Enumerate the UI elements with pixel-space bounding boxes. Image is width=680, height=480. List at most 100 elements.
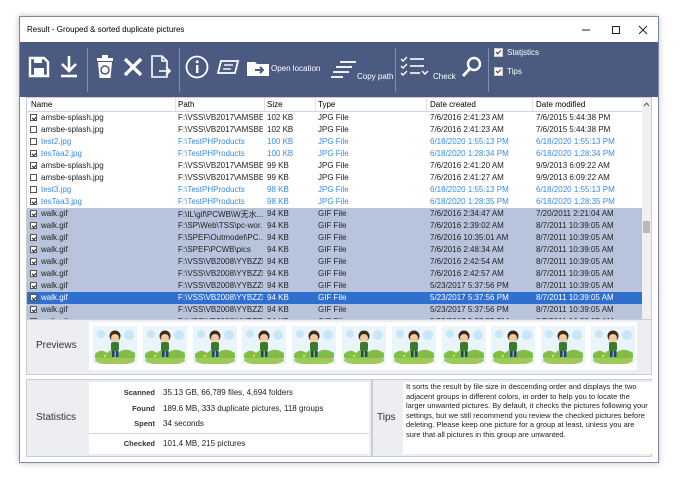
cell-size: 94 KB bbox=[267, 233, 289, 242]
tips-panel: Tips It sorts the result by file size in… bbox=[372, 379, 653, 457]
statistics-checkbox[interactable]: Statjstics bbox=[494, 48, 539, 57]
preview-thumbnail[interactable] bbox=[342, 326, 386, 365]
preview-image bbox=[441, 326, 486, 365]
cell-size: 98 KB bbox=[267, 197, 289, 206]
table-row[interactable]: amsbe-splash.jpg F:\VSS\VB2017\AMSBE... 10… bbox=[27, 124, 643, 136]
row-checkbox[interactable] bbox=[30, 258, 37, 265]
table-row[interactable]: walk.gif F:\VSS\VB2008\YYBZZP... 94 KB GIF … bbox=[27, 304, 643, 316]
preview-thumbnail[interactable] bbox=[441, 326, 486, 365]
cell-type: JPG File bbox=[318, 149, 349, 158]
row-checkbox[interactable] bbox=[30, 282, 37, 289]
download-button[interactable] bbox=[56, 52, 82, 82]
column-divider[interactable] bbox=[264, 98, 265, 111]
toolbar-separator bbox=[179, 48, 180, 92]
toolbar-separator bbox=[87, 48, 88, 92]
copy-path-label[interactable]: Copy path bbox=[357, 72, 393, 81]
preview-thumbnail[interactable] bbox=[541, 326, 586, 365]
cell-path: F:\TestPHProducts bbox=[178, 137, 245, 146]
recycle-button[interactable] bbox=[92, 52, 118, 82]
column-header-path[interactable]: Path bbox=[178, 100, 194, 109]
preview-thumbnail[interactable] bbox=[192, 326, 237, 365]
info-button[interactable] bbox=[183, 52, 211, 82]
row-checkbox[interactable] bbox=[30, 234, 37, 241]
preview-thumbnail[interactable] bbox=[93, 326, 137, 365]
table-row[interactable]: walk.gif F:\VSS\VB2008\YYBZZP... 94 KB GIF … bbox=[27, 280, 643, 292]
column-divider[interactable] bbox=[532, 98, 533, 111]
move-button[interactable] bbox=[244, 52, 272, 82]
vertical-scrollbar[interactable] bbox=[642, 98, 651, 337]
row-checkbox[interactable] bbox=[30, 198, 37, 205]
row-checkbox[interactable] bbox=[30, 114, 37, 121]
row-checkbox[interactable] bbox=[30, 150, 37, 157]
column-header-date-created[interactable]: Date created bbox=[430, 100, 476, 109]
tips-label: Tips bbox=[377, 412, 396, 423]
table-row[interactable]: amsbe-splash.jpg F:\VSS\VB2017\AMSBE... 99… bbox=[27, 172, 643, 184]
rename-button[interactable] bbox=[214, 52, 242, 82]
preview-thumbnail[interactable] bbox=[292, 326, 337, 365]
table-row[interactable]: tesTaa2.jpg F:\TestPHProducts 100 KB JPG Fi… bbox=[27, 148, 643, 160]
preview-thumbnail[interactable] bbox=[142, 326, 187, 365]
table-row[interactable]: walk.gif F:\VSS\VB2008\YYBZZP... 94 KB GIF … bbox=[27, 256, 643, 268]
table-row[interactable]: walk.gif F:\IL\gif\PCWB\W无水... 94 KB GIF Fi… bbox=[27, 208, 643, 220]
table-row[interactable]: walk.gif F:\VSS\VB2008\YYBZZP... 94 KB GIF … bbox=[27, 292, 643, 304]
statistics-label: Statistics bbox=[36, 412, 77, 423]
column-header-type[interactable]: Type bbox=[318, 100, 335, 109]
row-checkbox[interactable] bbox=[30, 294, 37, 301]
column-header-name[interactable]: Name bbox=[31, 100, 52, 109]
close-window-button[interactable] bbox=[628, 20, 658, 39]
column-divider[interactable] bbox=[426, 98, 427, 111]
cell-created: 7/6/2016 2:42:54 AM bbox=[430, 257, 504, 266]
column-divider[interactable] bbox=[175, 98, 176, 111]
table-row[interactable]: walk.gif F:\VSS\VB2008\YYBZZP... 94 KB GIF … bbox=[27, 268, 643, 280]
cell-type: GIF File bbox=[318, 269, 347, 278]
save-button[interactable] bbox=[25, 52, 53, 82]
preview-thumbnail[interactable] bbox=[591, 326, 635, 365]
check-label[interactable]: Check bbox=[433, 72, 456, 81]
preview-thumbnail[interactable] bbox=[242, 326, 287, 365]
maximize-button[interactable] bbox=[601, 20, 631, 39]
row-checkbox[interactable] bbox=[30, 186, 37, 193]
cell-size: 94 KB bbox=[267, 305, 289, 314]
table-row[interactable]: walk.gif F:\SP\Web\TSS\pc-wor... 94 KB GIF … bbox=[27, 220, 643, 232]
tips-checkbox[interactable]: Tips bbox=[494, 67, 522, 76]
row-checkbox[interactable] bbox=[30, 270, 37, 277]
cell-path: F:\IL\gif\PCWB\W无水... bbox=[178, 210, 263, 219]
row-checkbox[interactable] bbox=[30, 174, 37, 181]
table-row[interactable]: walk.gif F:\SPEF\Outmodel\PC... 94 KB GIF F… bbox=[27, 232, 643, 244]
preview-thumbnail[interactable] bbox=[391, 326, 436, 365]
delete-button[interactable] bbox=[121, 52, 145, 82]
row-checkbox[interactable] bbox=[30, 138, 37, 145]
open-location-label[interactable]: Open location bbox=[271, 64, 320, 73]
row-checkbox[interactable] bbox=[30, 306, 37, 313]
copy-path-button[interactable] bbox=[329, 54, 359, 82]
cell-modified: 7/6/2015 5:44:38 PM bbox=[536, 113, 611, 122]
row-checkbox[interactable] bbox=[30, 222, 37, 229]
row-checkbox[interactable] bbox=[30, 126, 37, 133]
cell-created: 7/6/2016 2:41:23 AM bbox=[430, 125, 504, 134]
find-button[interactable] bbox=[460, 52, 484, 82]
preview-image bbox=[541, 326, 586, 365]
preview-thumbnail[interactable] bbox=[491, 326, 536, 365]
column-divider[interactable] bbox=[315, 98, 316, 111]
stat-divider bbox=[89, 433, 369, 434]
cell-size: 99 KB bbox=[267, 161, 289, 170]
check-button[interactable] bbox=[399, 52, 431, 82]
table-row[interactable]: amsbe-splash.jpg F:\VSS\VB2017\AMSBE... 10… bbox=[27, 112, 643, 124]
table-row[interactable]: tesTaa3.jpg F:\TestPHProducts 98 KB JPG Fil… bbox=[27, 196, 643, 208]
cell-type: JPG File bbox=[318, 197, 349, 206]
table-row[interactable]: amsbe-splash.jpg F:\VSS\VB2017\AMSBE... 99… bbox=[27, 160, 643, 172]
export-button[interactable] bbox=[148, 52, 174, 82]
row-checkbox[interactable] bbox=[30, 246, 37, 253]
column-header-date-modified[interactable]: Date modified bbox=[536, 100, 585, 109]
table-row[interactable]: test2.jpg F:\TestPHProducts 100 KB JPG File… bbox=[27, 136, 643, 148]
row-checkbox[interactable] bbox=[30, 210, 37, 217]
download-icon bbox=[61, 56, 77, 78]
table-row[interactable]: walk.gif F:\SPEF\PCWB\pics 94 KB GIF File 7/… bbox=[27, 244, 643, 256]
row-checkbox[interactable] bbox=[30, 162, 37, 169]
table-row[interactable]: test3.jpg F:\TestPHProducts 98 KB JPG File 6… bbox=[27, 184, 643, 196]
cell-created: 7/6/2016 2:41:20 AM bbox=[430, 161, 504, 170]
scrollbar-thumb[interactable] bbox=[643, 221, 650, 233]
column-header-size[interactable]: Size bbox=[267, 100, 283, 109]
minimize-button[interactable] bbox=[571, 20, 601, 39]
maximize-icon bbox=[612, 25, 620, 34]
